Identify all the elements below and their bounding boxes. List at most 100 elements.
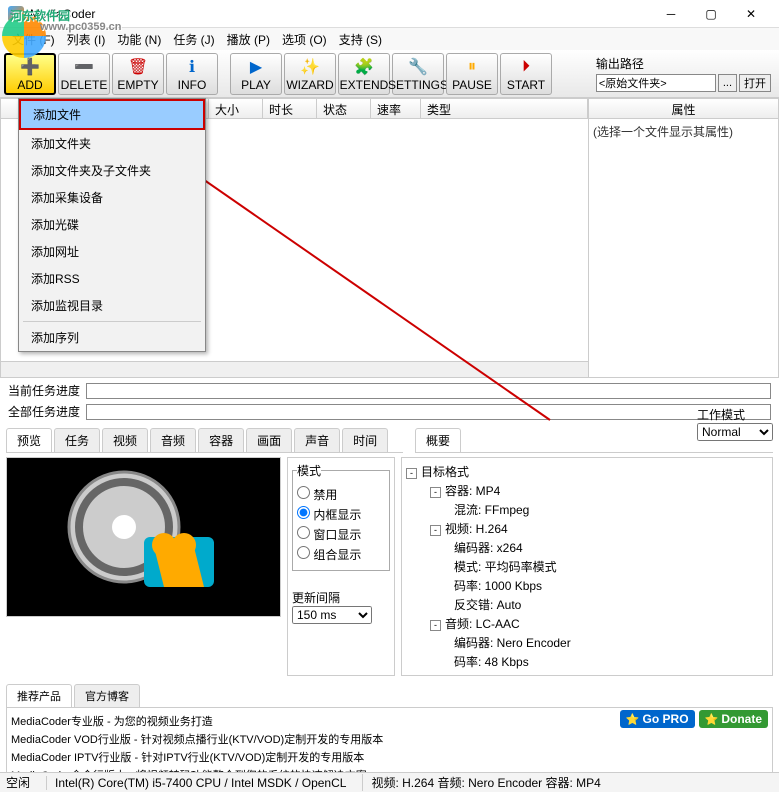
tab-sound[interactable]: 声音 <box>294 428 340 452</box>
tree-audio[interactable]: -音频: LC-AAC <box>430 614 768 633</box>
info-icon: ℹ <box>180 56 204 78</box>
tree-aenc: 编码器: Nero Encoder <box>454 633 768 652</box>
extend-button[interactable]: 🧩EXTEND <box>338 53 390 95</box>
statusbar: 空闲 Intel(R) Core(TM) i5-7400 CPU / Intel… <box>0 772 779 792</box>
menu-list[interactable]: 列表 (I) <box>63 29 110 50</box>
tab-summary[interactable]: 概要 <box>415 428 461 452</box>
col-status[interactable]: 状态 <box>317 99 371 118</box>
tree-abitrate: 码率: 48 Kbps <box>454 652 768 671</box>
tree-video[interactable]: -视频: H.264 <box>430 519 768 538</box>
all-progress-label: 全部任务进度 <box>8 403 80 420</box>
menu-add-sequence[interactable]: 添加序列 <box>19 324 205 351</box>
tab-recommend[interactable]: 推荐产品 <box>6 684 72 707</box>
tab-time[interactable]: 时间 <box>342 428 388 452</box>
status-idle: 空闲 <box>6 774 30 791</box>
menubar: 文件 (F) 列表 (I) 功能 (N) 任务 (J) 播放 (P) 选项 (O… <box>0 28 779 50</box>
work-mode-label: 工作模式 <box>697 406 773 423</box>
tree-interlace: 反交错: Auto <box>454 595 768 614</box>
status-format: 视频: H.264 音频: Nero Encoder 容器: MP4 <box>362 774 600 791</box>
tree-root[interactable]: -目标格式 <box>406 462 768 481</box>
menu-function[interactable]: 功能 (N) <box>113 29 165 50</box>
tab-task[interactable]: 任务 <box>54 428 100 452</box>
tree-container[interactable]: -容器: MP4 <box>430 481 768 500</box>
mode-disable[interactable]: 禁用 <box>297 486 385 503</box>
menu-add-url[interactable]: 添加网址 <box>19 238 205 265</box>
tree-vbitrate: 码率: 1000 Kbps <box>454 576 768 595</box>
all-progress-bar <box>86 404 771 420</box>
mode-combo[interactable]: 组合显示 <box>297 546 385 563</box>
menu-add-capture[interactable]: 添加采集设备 <box>19 184 205 211</box>
gopro-badge[interactable]: ⭐ Go PRO <box>620 710 695 728</box>
minimize-button[interactable]: ─ <box>651 0 691 28</box>
puzzle-icon: 🧩 <box>352 56 376 78</box>
menu-add-folder-recursive[interactable]: 添加文件夹及子文件夹 <box>19 157 205 184</box>
minus-icon: ➖ <box>72 56 96 78</box>
tab-blog[interactable]: 官方博客 <box>74 684 140 707</box>
col-rate[interactable]: 速率 <box>371 99 421 118</box>
open-button[interactable]: 打开 <box>739 74 771 92</box>
status-cpu: Intel(R) Core(TM) i5-7400 CPU / Intel MS… <box>46 776 346 790</box>
settings-button[interactable]: 🔧SETTINGS <box>392 53 444 95</box>
window-title: MediaCoder <box>30 7 651 21</box>
add-button[interactable]: ➕ADD <box>4 53 56 95</box>
summary-panel: -目标格式 -容器: MP4 混流: FFmpeg -视频: H.264 编码器… <box>401 457 773 676</box>
menu-add-rss[interactable]: 添加RSS <box>19 265 205 292</box>
col-duration[interactable]: 时长 <box>263 99 317 118</box>
wand-icon: ✨ <box>298 56 322 78</box>
info-button[interactable]: ℹINFO <box>166 53 218 95</box>
work-mode-select[interactable]: Normal <box>697 423 773 441</box>
col-size[interactable]: 大小 <box>209 99 263 118</box>
pause-icon: ⏸ <box>460 56 484 78</box>
menu-play[interactable]: 播放 (P) <box>223 29 274 50</box>
menu-task[interactable]: 任务 (J) <box>169 29 218 50</box>
tab-preview[interactable]: 预览 <box>6 428 52 452</box>
mode-inline[interactable]: 内框显示 <box>297 506 385 523</box>
menu-add-folder[interactable]: 添加文件夹 <box>19 130 205 157</box>
output-label: 输出路径 <box>596 55 771 72</box>
current-progress-label: 当前任务进度 <box>8 382 80 399</box>
wizard-button[interactable]: ✨WIZARD <box>284 53 336 95</box>
plus-icon: ➕ <box>18 56 42 78</box>
tab-audio[interactable]: 音频 <box>150 428 196 452</box>
delete-button[interactable]: ➖DELETE <box>58 53 110 95</box>
menu-file[interactable]: 文件 (F) <box>8 29 59 50</box>
browse-button[interactable]: ... <box>718 74 737 92</box>
tab-video[interactable]: 视频 <box>102 428 148 452</box>
menu-options[interactable]: 选项 (O) <box>278 29 331 50</box>
mode-window[interactable]: 窗口显示 <box>297 526 385 543</box>
start-button[interactable]: ⏵START <box>500 53 552 95</box>
play-button[interactable]: ▶PLAY <box>230 53 282 95</box>
tree-mux: 混流: FFmpeg <box>454 500 768 519</box>
menu-add-disc[interactable]: 添加光碟 <box>19 211 205 238</box>
interval-label: 更新间隔 <box>292 589 390 606</box>
mode-legend: 模式 <box>297 462 321 479</box>
col-type[interactable]: 类型 <box>421 99 588 118</box>
recommend-line[interactable]: MediaCoder IPTV行业版 - 针对IPTV行业(KTV/VOD)定制… <box>11 748 768 766</box>
menu-separator <box>23 321 201 322</box>
pause-button[interactable]: ⏸PAUSE <box>446 53 498 95</box>
menu-add-file[interactable]: 添加文件 <box>19 99 205 130</box>
start-icon: ⏵ <box>514 56 538 78</box>
recommend-line[interactable]: MediaCoder VOD行业版 - 针对视频点播行业(KTV/VOD)定制开… <box>11 730 768 748</box>
tree-vmode: 模式: 平均码率模式 <box>454 557 768 576</box>
close-button[interactable]: ✕ <box>731 0 771 28</box>
empty-button[interactable]: 🗑EMPTY <box>112 53 164 95</box>
interval-select[interactable]: 150 ms <box>292 606 372 624</box>
wrench-icon: 🔧 <box>406 56 430 78</box>
tree-venc: 编码器: x264 <box>454 538 768 557</box>
preview-panel <box>6 457 281 617</box>
donate-badge[interactable]: ⭐ Donate <box>699 710 768 728</box>
menu-add-watch[interactable]: 添加监视目录 <box>19 292 205 319</box>
horizontal-scrollbar[interactable] <box>1 361 588 377</box>
current-progress-bar <box>86 383 771 399</box>
tab-container[interactable]: 容器 <box>198 428 244 452</box>
menu-support[interactable]: 支持 (S) <box>335 29 386 50</box>
attributes-panel: 属性 (选择一个文件显示其属性) <box>589 98 779 378</box>
toolbar: ➕ADD ➖DELETE 🗑EMPTY ℹINFO ▶PLAY ✨WIZARD … <box>0 50 779 98</box>
maximize-button[interactable]: ▢ <box>691 0 731 28</box>
attributes-hint: (选择一个文件显示其属性) <box>589 119 778 144</box>
titlebar: MediaCoder ─ ▢ ✕ <box>0 0 779 28</box>
tab-picture[interactable]: 画面 <box>246 428 292 452</box>
output-path-input[interactable] <box>596 74 716 92</box>
attributes-header: 属性 <box>589 99 778 119</box>
